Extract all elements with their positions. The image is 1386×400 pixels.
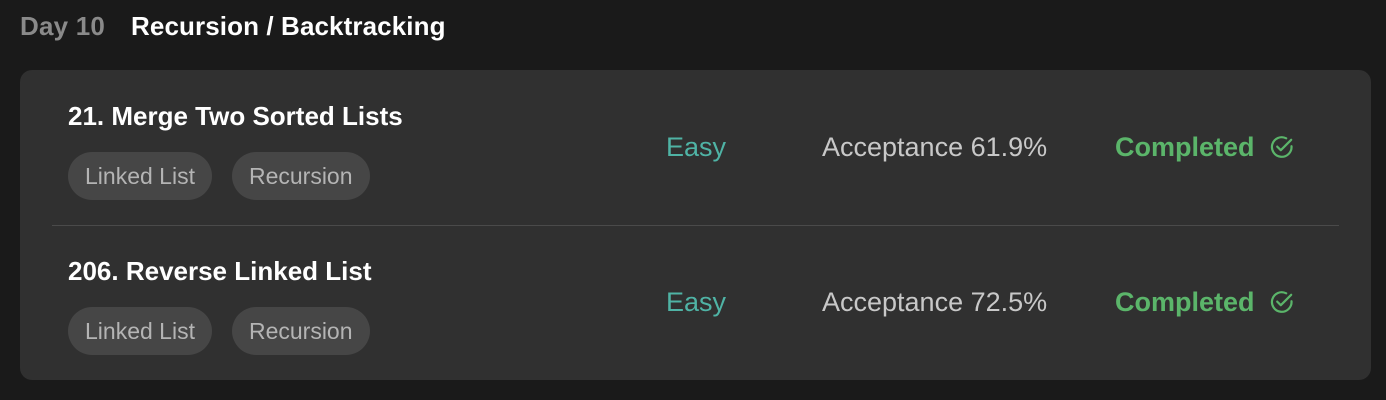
day-label: Day 10 [20, 10, 106, 41]
problem-row[interactable]: 206. Reverse Linked List Linked List Rec… [20, 225, 1371, 380]
problem-list: 21. Merge Two Sorted Lists Linked List R… [20, 70, 1371, 380]
status-badge: Completed [1115, 128, 1295, 166]
problem-title[interactable]: 206. Reverse Linked List [68, 255, 371, 287]
status-badge: Completed [1115, 283, 1295, 321]
check-circle-icon [1269, 134, 1295, 160]
check-circle-icon [1269, 289, 1295, 315]
topic-title: Recursion / Backtracking [131, 10, 446, 41]
tag-linked-list[interactable]: Linked List [68, 152, 212, 200]
tag-recursion[interactable]: Recursion [231, 307, 370, 355]
status-label: Completed [1115, 132, 1255, 162]
tag-list: Linked List Recursion [68, 307, 370, 355]
tag-recursion[interactable]: Recursion [231, 152, 370, 200]
acceptance-rate: Acceptance 72.5% [822, 287, 1048, 317]
difficulty-label: Easy [666, 132, 727, 162]
problem-row[interactable]: 21. Merge Two Sorted Lists Linked List R… [20, 70, 1371, 225]
day-header: Day 10 Recursion / Backtracking [20, 8, 446, 44]
tag-list: Linked List Recursion [68, 152, 370, 200]
tag-linked-list[interactable]: Linked List [68, 307, 212, 355]
acceptance-rate: Acceptance 61.9% [822, 132, 1048, 162]
status-label: Completed [1115, 287, 1255, 317]
problem-title[interactable]: 21. Merge Two Sorted Lists [68, 100, 403, 132]
difficulty-label: Easy [666, 287, 727, 317]
